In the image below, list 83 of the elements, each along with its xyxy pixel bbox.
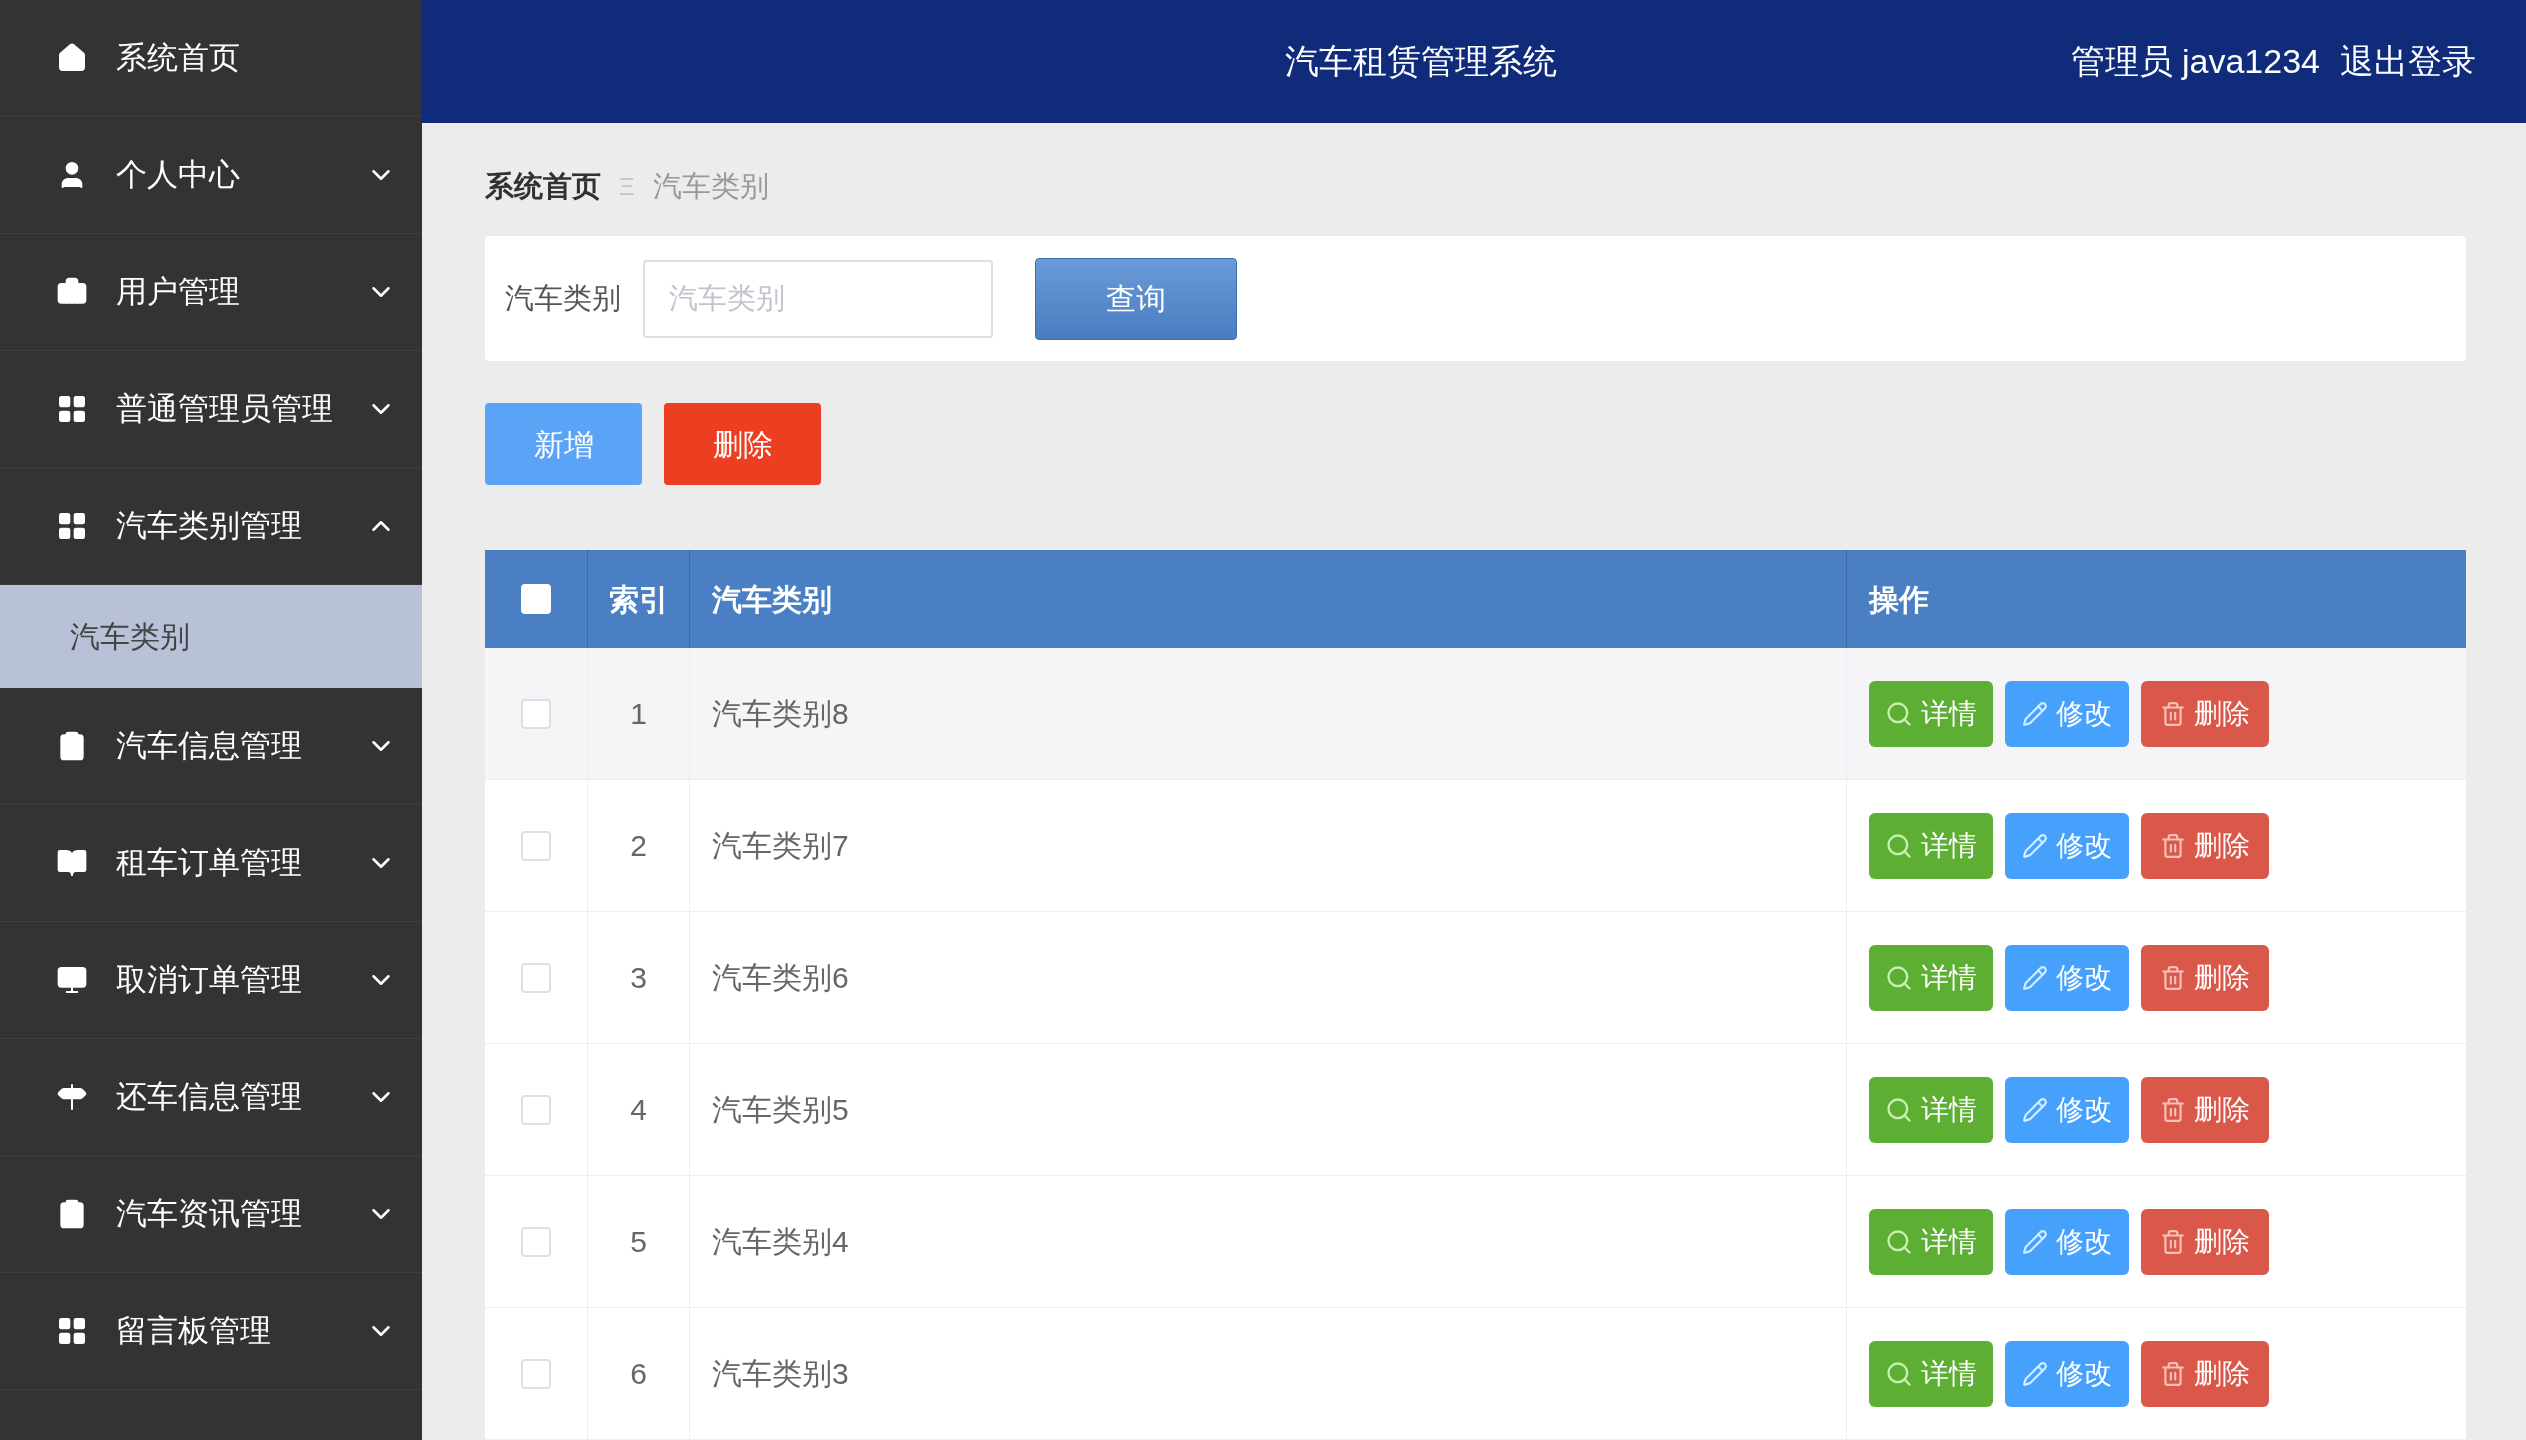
breadcrumb-item[interactable]: 系统首页	[485, 164, 601, 209]
search-label: 汽车类别	[505, 280, 621, 316]
index-cell: 2	[588, 780, 690, 911]
edit-button[interactable]: 修改	[2005, 1340, 2129, 1407]
logout-link[interactable]: 退出登录	[2340, 36, 2476, 87]
search-field[interactable]: 汽车类别	[643, 259, 993, 338]
search-icon	[1885, 699, 1913, 728]
search-icon	[1885, 1227, 1913, 1256]
detail-button[interactable]: 详情	[1869, 812, 1993, 879]
sidebar-item[interactable]: 留言板管理	[0, 1273, 422, 1390]
user-name: 管理员 java1234	[2070, 41, 2320, 82]
search-icon	[1885, 963, 1913, 992]
category-cell: 汽车类别8	[690, 648, 1847, 779]
index-cell: 4	[588, 1044, 690, 1175]
grid-icon	[56, 1315, 88, 1347]
search-icon	[1885, 1095, 1913, 1124]
signpost-icon	[56, 1081, 88, 1113]
pencil-icon	[2022, 700, 2048, 727]
row-delete-button[interactable]: 删除	[2141, 944, 2269, 1011]
index-cell: 3	[588, 912, 690, 1043]
detail-button[interactable]: 详情	[1869, 680, 1993, 747]
breadcrumb-item[interactable]: 汽车类别	[652, 164, 769, 209]
sidebar-item[interactable]: 汽车资讯管理	[0, 1156, 422, 1273]
detail-button[interactable]: 详情	[1869, 1076, 1993, 1143]
row-delete-button[interactable]: 删除	[2141, 680, 2269, 747]
sidebar-item[interactable]: 取消订单管理	[0, 922, 422, 1039]
trash-icon	[2160, 700, 2186, 727]
checkbox[interactable]	[521, 830, 551, 861]
checkbox[interactable]	[521, 1358, 551, 1389]
app-title: 汽车租赁管理系统	[1285, 41, 1558, 82]
row-delete-button[interactable]: 删除	[2141, 1208, 2269, 1275]
search-icon	[1885, 831, 1913, 860]
trash-icon	[2160, 964, 2186, 991]
pencil-icon	[2022, 832, 2048, 859]
detail-button[interactable]: 详情	[1869, 1340, 1993, 1407]
edit-button[interactable]: 修改	[2005, 812, 2129, 879]
pencil-icon	[2022, 1360, 2048, 1387]
search-icon	[1885, 1359, 1913, 1388]
trash-icon	[2160, 1360, 2186, 1387]
home-icon	[56, 42, 88, 74]
category-cell: 汽车类别3	[690, 1308, 1847, 1439]
checkbox[interactable]	[521, 698, 551, 729]
checkbox[interactable]	[521, 1226, 551, 1257]
row-delete-button[interactable]: 删除	[2141, 812, 2269, 879]
sidebar-item[interactable]: 租车订单管理	[0, 805, 422, 922]
sidebar-item[interactable]: 用户管理	[0, 234, 422, 351]
trash-icon	[2160, 832, 2186, 859]
index-cell: 6	[588, 1308, 690, 1439]
category-cell: 汽车类别7	[690, 780, 1847, 911]
index-cell: 1	[588, 648, 690, 779]
edit-button[interactable]: 修改	[2005, 680, 2129, 747]
sidebar-item[interactable]: 还车信息管理	[0, 1039, 422, 1156]
sidebar-item[interactable]: 系统首页	[0, 0, 422, 117]
sidebar-item[interactable]: 汽车信息管理	[0, 688, 422, 805]
detail-button[interactable]: 详情	[1869, 944, 1993, 1011]
grid-icon	[56, 393, 88, 425]
detail-button[interactable]: 详情	[1869, 1208, 1993, 1275]
trash-icon	[2160, 1228, 2186, 1255]
category-cell: 汽车类别6	[690, 912, 1847, 1043]
category-cell: 汽车类别4	[690, 1176, 1847, 1307]
edit-button[interactable]: 修改	[2005, 944, 2129, 1011]
grid-icon	[56, 510, 88, 542]
trash-icon	[2160, 1096, 2186, 1123]
column-header: 操作	[1867, 581, 1930, 618]
row-delete-button[interactable]: 删除	[2141, 1076, 2269, 1143]
book-icon	[56, 847, 88, 879]
pencil-icon	[2022, 1228, 2048, 1255]
add-button[interactable]: 新增	[485, 403, 642, 485]
row-delete-button[interactable]: 删除	[2141, 1340, 2269, 1407]
query-button[interactable]: 查询	[1035, 257, 1237, 340]
edit-button[interactable]: 修改	[2005, 1076, 2129, 1143]
pencil-icon	[2022, 964, 2048, 991]
sidebar-item[interactable]: 普通管理员管理	[0, 351, 422, 468]
pencil-icon	[2022, 1096, 2048, 1123]
sidebar-item[interactable]: 个人中心	[0, 117, 422, 234]
category-cell: 汽车类别5	[690, 1044, 1847, 1175]
checkbox[interactable]	[521, 1094, 551, 1125]
monitor-icon	[56, 964, 88, 996]
checkbox[interactable]	[521, 962, 551, 993]
edit-button[interactable]: 修改	[2005, 1208, 2129, 1275]
sidebar-subitem[interactable]: 汽车类别	[0, 585, 422, 688]
index-cell: 5	[588, 1176, 690, 1307]
delete-button[interactable]: 删除	[664, 403, 821, 485]
